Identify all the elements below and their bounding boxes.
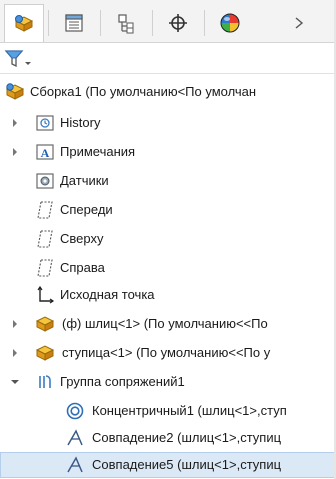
filter-icon <box>4 50 31 68</box>
tree-item-label: Совпадение5 (шлиц<1>,ступиц <box>92 457 282 472</box>
filter-dropdown[interactable] <box>4 49 34 69</box>
tree-item-plane-top[interactable]: Сверху <box>0 226 336 252</box>
color-sphere-icon <box>220 13 240 33</box>
expand-arrow-icon[interactable] <box>10 147 20 157</box>
crosshair-icon <box>169 14 187 32</box>
origin-icon <box>34 284 56 306</box>
plane-icon <box>34 228 56 250</box>
svg-text:A: A <box>41 146 50 160</box>
coincident-mate-icon <box>64 454 86 476</box>
plane-icon <box>34 257 56 279</box>
tab-dimxpert-manager[interactable] <box>158 8 198 38</box>
tab-overflow-button[interactable] <box>284 8 314 38</box>
concentric-mate-icon <box>64 400 86 422</box>
tree-item-mate-concentric[interactable]: Концентричный1 (шлиц<1>,ступ <box>0 398 336 424</box>
tree-item-annotations[interactable]: A Примечания <box>0 139 336 165</box>
tree-item-label: (ф) шлиц<1> (По умолчанию<<По <box>62 316 268 331</box>
tree-item-label: Датчики <box>60 173 109 188</box>
tree-item-origin[interactable]: Исходная точка <box>0 282 336 308</box>
history-icon <box>34 112 56 134</box>
expand-arrow-icon[interactable] <box>10 348 20 358</box>
tree-item-label: Примечания <box>60 144 136 159</box>
chevron-right-icon <box>295 17 304 29</box>
tree-item-plane-front[interactable]: Спереди <box>0 197 336 223</box>
tree-item-label: Справа <box>60 260 105 275</box>
part-icon <box>34 313 56 335</box>
assembly-tree-icon <box>14 14 34 32</box>
tab-configuration-manager[interactable] <box>106 8 146 38</box>
tree-item-label: Сборка1 (По умолчанию<По умолчан <box>30 84 257 99</box>
tab-display-manager[interactable] <box>210 8 250 38</box>
coincident-mate-icon <box>64 427 86 449</box>
tree-item-mate-coincident-2[interactable]: Совпадение2 (шлиц<1>,ступиц <box>0 425 336 451</box>
tree-item-label: Сверху <box>60 231 104 246</box>
collapse-arrow-icon[interactable] <box>10 377 20 387</box>
expand-arrow-icon[interactable] <box>10 118 20 128</box>
tree-item-mate-coincident-5[interactable]: Совпадение5 (шлиц<1>,ступиц <box>0 452 336 478</box>
sensors-icon <box>34 170 56 192</box>
tree-item-label: History <box>60 115 101 130</box>
filter-bar <box>0 43 336 74</box>
tree-root-assembly[interactable]: Сборка1 (По умолчанию<По умолчан <box>0 79 336 105</box>
assembly-icon <box>4 81 26 103</box>
tree-item-plane-right[interactable]: Справа <box>0 255 336 281</box>
tree-item-label: Концентричный1 (шлиц<1>,ступ <box>92 403 287 418</box>
tree-item-history[interactable]: History <box>0 110 336 136</box>
tree-item-label: Совпадение2 (шлиц<1>,ступиц <box>92 430 282 445</box>
tree-item-label: Группа сопряжений1 <box>60 374 185 389</box>
tree-item-label: Спереди <box>60 202 113 217</box>
tree-item-part-stupitsa[interactable]: ступица<1> (По умолчанию<<По у <box>0 340 336 366</box>
configuration-manager-icon <box>118 14 134 34</box>
annotations-icon: A <box>34 141 56 163</box>
mates-icon <box>34 371 56 393</box>
tab-feature-manager[interactable] <box>4 4 44 42</box>
part-icon <box>34 342 56 364</box>
tab-property-manager[interactable] <box>54 8 94 38</box>
manager-tab-bar <box>0 0 336 43</box>
property-manager-icon <box>65 14 83 32</box>
tree-item-sensors[interactable]: Датчики <box>0 168 336 194</box>
tree-item-part-shlits[interactable]: (ф) шлиц<1> (По умолчанию<<По <box>0 311 336 337</box>
tree-item-mates-group[interactable]: Группа сопряжений1 <box>0 369 336 395</box>
tree-item-label: ступица<1> (По умолчанию<<По у <box>62 345 271 360</box>
plane-icon <box>34 199 56 221</box>
expand-arrow-icon[interactable] <box>10 319 20 329</box>
tree-item-label: Исходная точка <box>60 287 155 302</box>
